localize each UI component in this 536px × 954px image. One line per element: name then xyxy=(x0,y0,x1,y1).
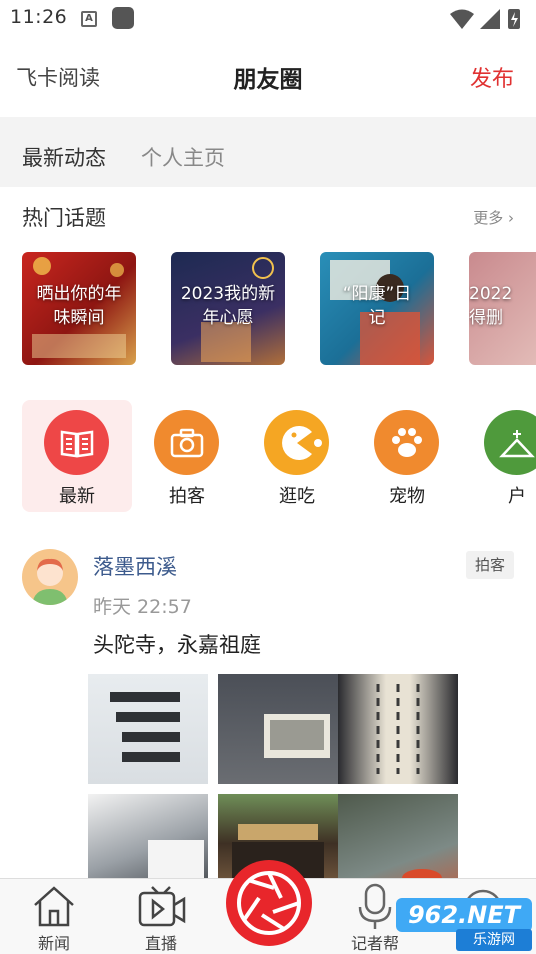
status-time: 11:26 xyxy=(10,6,68,28)
hot-topics-heading: 热门话题 xyxy=(22,206,106,230)
category-bar: 最新 拍客 逛吃 宠物 户 xyxy=(22,400,536,512)
post-photo[interactable] xyxy=(338,674,458,784)
avatar[interactable] xyxy=(22,549,78,605)
topic-line-1: 晒出你的年 xyxy=(36,284,122,304)
category-outdoor[interactable]: 户 xyxy=(462,400,536,512)
topic-line-1: 2022 xyxy=(469,284,513,304)
tab-profile[interactable]: 个人主页 xyxy=(141,142,225,172)
feed-tabs: 最新动态 个人主页 xyxy=(0,117,536,187)
category-label: 户 xyxy=(508,486,526,507)
post-category-tag[interactable]: 拍客 xyxy=(466,551,514,579)
topic-card-title: “阳康”日记 xyxy=(324,282,430,330)
topic-card[interactable]: 2023我的新 年心愿 xyxy=(171,252,285,365)
shutter-icon xyxy=(237,871,301,935)
tab-latest[interactable]: 最新动态 xyxy=(22,142,106,172)
pacman-icon xyxy=(264,410,329,475)
post-time: 昨天 22:57 xyxy=(93,596,192,618)
publish-button[interactable]: 发布 xyxy=(470,61,514,93)
home-icon xyxy=(34,886,74,927)
category-paike[interactable]: 拍客 xyxy=(132,400,242,512)
topic-line-2: 记 xyxy=(368,308,386,328)
watermark-main: 962.NET xyxy=(396,898,532,932)
chevron-right-icon: › xyxy=(503,209,514,227)
user-avatar-icon xyxy=(32,558,68,605)
hot-topic-cards: 晒出你的年味瞬间 2023我的新 年心愿 “阳康”日记 2022 得删 xyxy=(22,252,536,365)
nav-label: 新闻 xyxy=(37,934,70,953)
category-label: 最新 xyxy=(59,486,95,507)
post-author[interactable]: 落墨西溪 xyxy=(93,551,177,581)
status-icons xyxy=(450,9,520,29)
category-latest[interactable]: 最新 xyxy=(22,400,132,512)
notification-a-icon: A xyxy=(81,11,97,27)
topic-line-2: 味瞬间 xyxy=(53,308,105,328)
more-label: 更多 xyxy=(473,209,504,227)
signal-icon xyxy=(480,9,500,29)
category-label: 拍客 xyxy=(169,486,205,507)
video-icon xyxy=(138,886,186,927)
topic-line-2: 年心愿 xyxy=(202,308,254,328)
app-header: 飞卡阅读 朋友圈 发布 xyxy=(0,50,536,102)
topic-card[interactable]: 晒出你的年 味瞬间 xyxy=(22,252,136,365)
topic-line-1: “阳康”日 xyxy=(342,284,412,304)
post-text: 头陀寺，永嘉祖庭 xyxy=(93,633,261,657)
post-photo[interactable] xyxy=(88,674,208,784)
topic-card-title: 2023我的新 年心愿 xyxy=(175,282,281,330)
category-pets[interactable]: 宠物 xyxy=(352,400,462,512)
status-bar: 11:26 A xyxy=(0,0,536,38)
outdoor-icon xyxy=(484,410,536,475)
topic-card-title: 晒出你的年 味瞬间 xyxy=(26,282,132,330)
shutter-button[interactable] xyxy=(226,860,312,946)
more-link[interactable]: 更多 › xyxy=(473,207,514,228)
site-watermark: 962.NET 乐游网 xyxy=(396,898,532,951)
wifi-icon xyxy=(450,9,474,29)
topic-card-title: 2022 得删 xyxy=(469,282,512,330)
watermark-sub: 乐游网 xyxy=(456,929,532,951)
paw-icon xyxy=(374,410,439,475)
topic-line-1: 2023我的新 xyxy=(180,284,276,304)
topic-card[interactable]: 2022 得删 xyxy=(469,252,536,365)
camera-icon xyxy=(154,410,219,475)
notification-square-icon xyxy=(112,7,134,29)
nav-label: 直播 xyxy=(144,934,177,953)
nav-news[interactable]: 新闻 xyxy=(19,879,89,954)
nav-live[interactable]: 直播 xyxy=(126,879,196,954)
post-photo-grid xyxy=(88,674,458,904)
microphone-icon xyxy=(358,883,392,929)
book-icon xyxy=(44,410,109,475)
category-label: 逛吃 xyxy=(279,486,315,507)
category-label: 宠物 xyxy=(389,486,425,507)
topic-line-2: 得删 xyxy=(469,308,503,328)
category-food[interactable]: 逛吃 xyxy=(242,400,352,512)
post-photo[interactable] xyxy=(218,674,338,784)
topic-card[interactable]: “阳康”日记 xyxy=(320,252,434,365)
page-title: 朋友圈 xyxy=(233,67,303,93)
